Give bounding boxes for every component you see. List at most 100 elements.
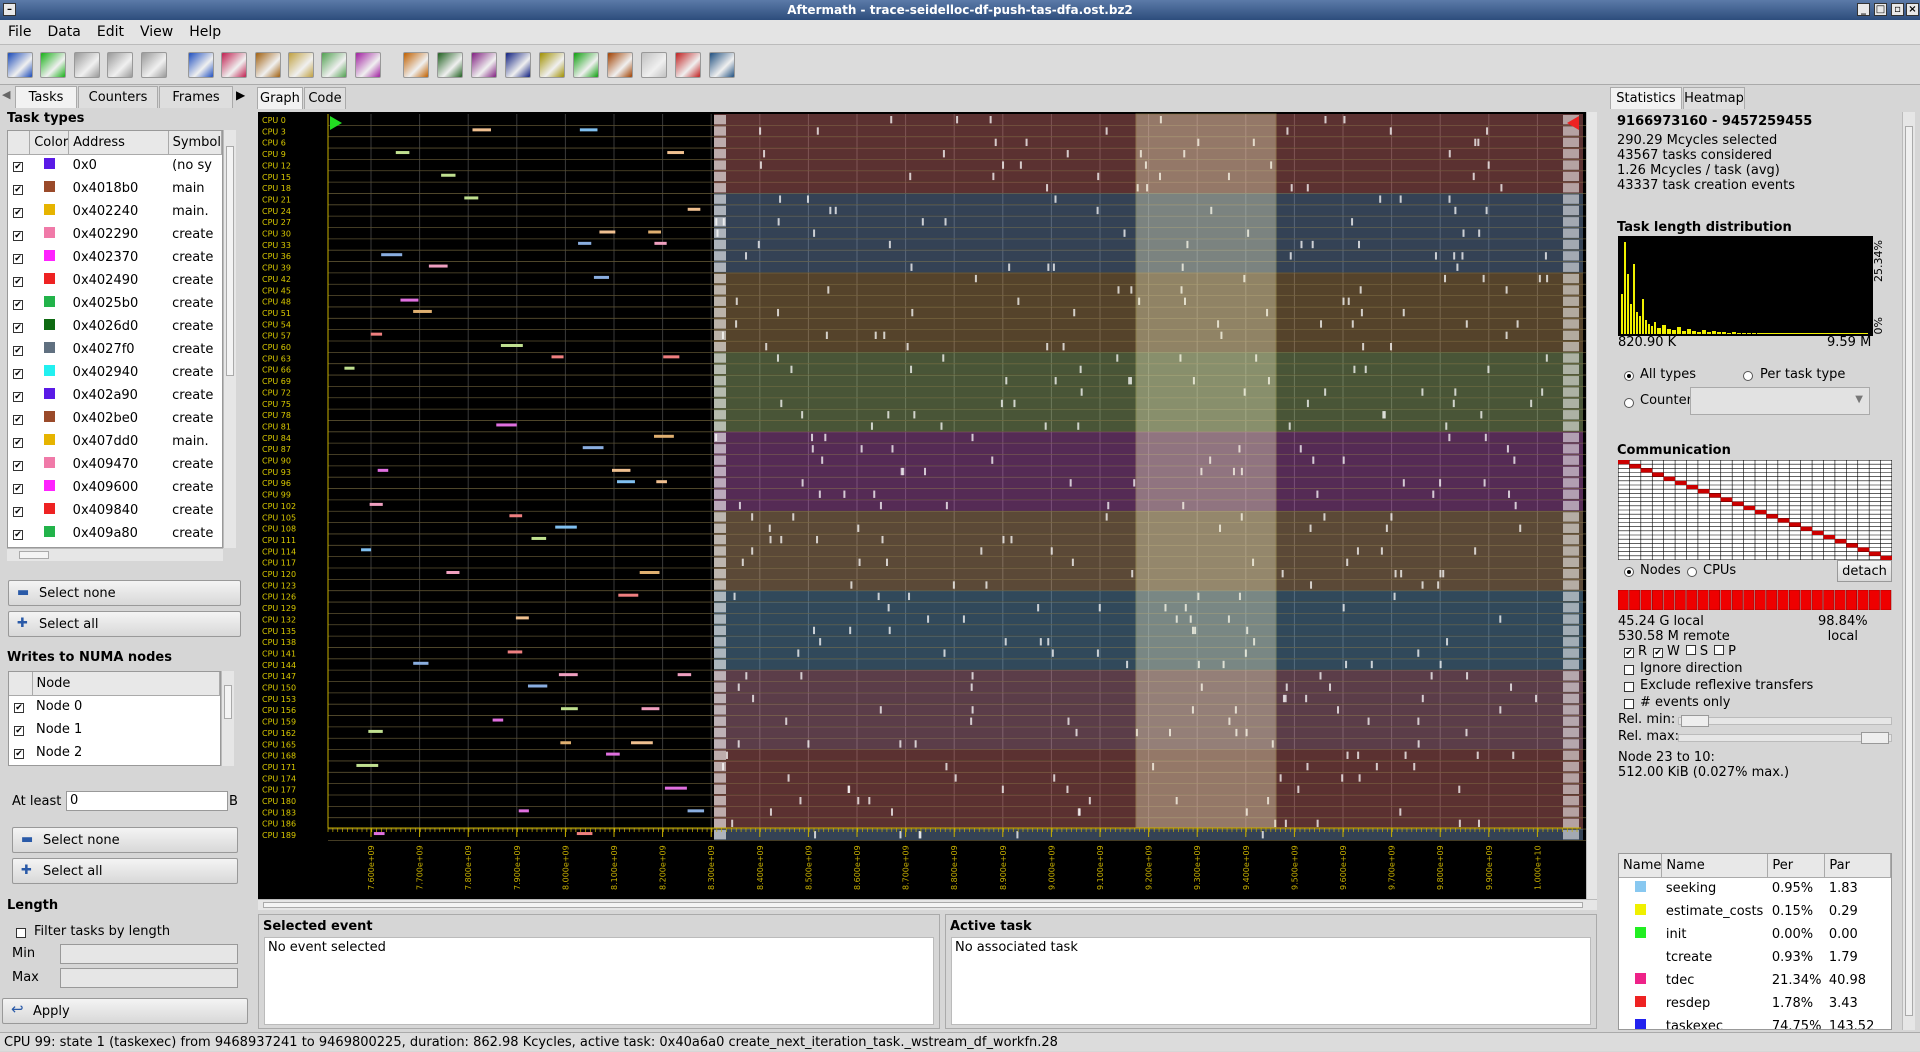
- task-event-mark[interactable]: [777, 308, 780, 317]
- task-event-mark[interactable]: [900, 467, 903, 476]
- flag-icon[interactable]: [573, 52, 599, 78]
- counter-select[interactable]: ▼: [1690, 387, 1870, 415]
- task-event-mark[interactable]: [1364, 365, 1367, 374]
- task-type-row[interactable]: ✔ 0x409840 create: [8, 499, 222, 522]
- task-event-mark[interactable]: [827, 286, 830, 294]
- task-event-mark[interactable]: [735, 297, 738, 305]
- task-event-mark[interactable]: [1066, 785, 1069, 793]
- task-event-mark[interactable]: [970, 717, 973, 725]
- window-menu-icon[interactable]: –: [3, 3, 16, 16]
- task-event-mark[interactable]: [927, 615, 930, 623]
- flag-r-checkbox[interactable]: ✔: [1624, 648, 1634, 658]
- task-event-mark[interactable]: [879, 501, 882, 510]
- task-type-row[interactable]: ✔ 0x402290 create: [8, 223, 222, 246]
- matrix-diagonal-cell[interactable]: [1789, 522, 1801, 527]
- task-event-mark[interactable]: [745, 252, 748, 260]
- task-event-mark[interactable]: [1487, 365, 1490, 374]
- task-event-mark[interactable]: [1454, 388, 1457, 396]
- task-event-mark[interactable]: [1439, 660, 1442, 669]
- task-event-mark[interactable]: [428, 264, 448, 268]
- task-event-mark[interactable]: [1448, 433, 1451, 442]
- task-event-mark[interactable]: [1367, 717, 1370, 725]
- task-event-mark[interactable]: [687, 809, 705, 813]
- task-event-mark[interactable]: [1358, 240, 1361, 249]
- task-event-mark[interactable]: [887, 604, 890, 612]
- state-row[interactable]: resdep 1.78% 3.43: [1619, 992, 1891, 1015]
- task-event-mark[interactable]: [1046, 184, 1049, 192]
- task-event-mark[interactable]: [807, 740, 810, 748]
- task-event-mark[interactable]: [1299, 445, 1302, 453]
- task-event-mark[interactable]: [1342, 297, 1345, 305]
- task-event-mark[interactable]: [811, 445, 814, 453]
- task-event-mark[interactable]: [1312, 456, 1315, 464]
- task-event-mark[interactable]: [725, 751, 728, 759]
- task-event-mark[interactable]: [1005, 377, 1008, 385]
- show-events-orange-icon[interactable]: [403, 52, 429, 78]
- show-events-yellow-icon[interactable]: [539, 52, 565, 78]
- task-event-mark[interactable]: [1337, 706, 1340, 714]
- task-event-mark[interactable]: [381, 253, 403, 257]
- column-header-color[interactable]: Color: [29, 131, 70, 155]
- task-event-mark[interactable]: [971, 706, 974, 714]
- task-event-mark[interactable]: [919, 831, 922, 839]
- task-event-mark[interactable]: [1486, 127, 1489, 135]
- task-type-checkbox[interactable]: ✔: [13, 507, 23, 517]
- task-event-mark[interactable]: [797, 649, 800, 657]
- task-event-mark[interactable]: [818, 490, 821, 498]
- task-event-mark[interactable]: [1067, 717, 1070, 725]
- events-only-checkbox[interactable]: [1624, 699, 1634, 709]
- task-event-mark[interactable]: [911, 308, 914, 317]
- task-event-mark[interactable]: [877, 592, 880, 601]
- task-event-mark[interactable]: [1052, 263, 1055, 271]
- task-event-mark[interactable]: [745, 672, 748, 680]
- task-event-mark[interactable]: [1389, 127, 1392, 135]
- task-event-mark[interactable]: [641, 707, 660, 711]
- nodes-radio[interactable]: [1624, 567, 1634, 577]
- task-event-mark[interactable]: [1448, 195, 1451, 203]
- task-event-mark[interactable]: [1073, 308, 1076, 317]
- numa-node-row[interactable]: ✔ Node 0: [9, 695, 220, 718]
- task-event-mark[interactable]: [1261, 831, 1264, 839]
- task-event-mark[interactable]: [945, 762, 948, 771]
- fit-icon[interactable]: [107, 52, 133, 78]
- task-event-mark[interactable]: [891, 445, 894, 453]
- task-type-row[interactable]: ✔ 0x409470 create: [8, 453, 222, 476]
- task-event-mark[interactable]: [356, 763, 379, 767]
- task-type-checkbox[interactable]: ✔: [13, 254, 23, 264]
- task-event-mark[interactable]: [1066, 150, 1069, 158]
- task-event-mark[interactable]: [913, 411, 916, 419]
- task-event-mark[interactable]: [940, 422, 943, 430]
- numa-write-icon[interactable]: [321, 52, 347, 78]
- task-event-mark[interactable]: [1324, 116, 1327, 124]
- task-event-mark[interactable]: [1487, 161, 1490, 169]
- task-event-mark[interactable]: [1116, 354, 1119, 362]
- task-event-mark[interactable]: [1444, 274, 1447, 283]
- task-event-mark[interactable]: [1390, 513, 1393, 521]
- task-event-mark[interactable]: [777, 218, 780, 226]
- communication-matrix[interactable]: [1618, 460, 1892, 560]
- minimize-icon[interactable]: _: [1857, 3, 1870, 16]
- task-event-mark[interactable]: [765, 343, 768, 351]
- task-event-mark[interactable]: [618, 593, 639, 597]
- left-tabs-scroll-left-icon[interactable]: ◀: [2, 88, 10, 101]
- task-event-mark[interactable]: [1025, 138, 1028, 147]
- task-event-mark[interactable]: [1389, 343, 1392, 351]
- task-event-mark[interactable]: [395, 151, 410, 155]
- task-event-mark[interactable]: [1290, 184, 1293, 192]
- task-event-mark[interactable]: [656, 480, 667, 484]
- exclude-reflexive-checkbox[interactable]: [1624, 682, 1634, 692]
- task-event-mark[interactable]: [639, 571, 660, 574]
- task-event-mark[interactable]: [1079, 365, 1082, 374]
- task-event-mark[interactable]: [813, 626, 816, 635]
- task-event-mark[interactable]: [994, 138, 997, 147]
- task-event-mark[interactable]: [989, 116, 992, 124]
- task-event-mark[interactable]: [1129, 377, 1132, 385]
- task-event-mark[interactable]: [741, 558, 744, 566]
- task-event-mark[interactable]: [888, 626, 891, 635]
- task-event-mark[interactable]: [1499, 615, 1502, 623]
- task-event-mark[interactable]: [1452, 399, 1455, 408]
- task-event-mark[interactable]: [648, 230, 662, 234]
- task-event-mark[interactable]: [1080, 388, 1083, 396]
- filter-by-length-checkbox[interactable]: [16, 928, 26, 938]
- numa-heat-icon[interactable]: [355, 52, 381, 78]
